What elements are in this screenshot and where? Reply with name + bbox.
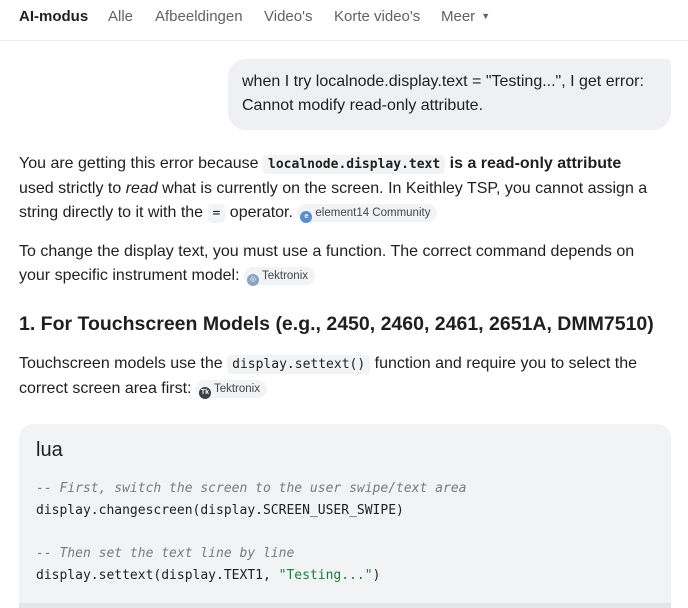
user-message-bubble: when I try localnode.display.text = "Tes… <box>228 59 671 130</box>
code-line: display.changescreen(display.SCREEN_USER… <box>36 503 404 518</box>
code-token: ) <box>372 568 381 583</box>
chip-label: element14 Community <box>315 207 431 219</box>
code-block-footer <box>19 603 671 608</box>
source-chip-element14[interactable]: e element14 Community <box>297 204 438 223</box>
bold-text: is a read-only attribute <box>445 155 622 172</box>
search-mode-tabs: AI-modus Alle Afbeeldingen Video's Korte… <box>0 0 688 40</box>
code-string: "Testing..." <box>278 568 373 583</box>
inline-code: = <box>207 204 226 223</box>
answer-paragraph: You are getting this error because local… <box>19 152 679 226</box>
tab-ai-mode[interactable]: AI-modus <box>19 8 88 25</box>
answer-paragraph: Touchscreen models use the display.sette… <box>19 352 679 401</box>
text-line: your specific instrument model: ◎ Tektron… <box>19 264 679 288</box>
text-span: Touchscreen models use the <box>19 355 228 372</box>
source-chip-tektronix[interactable]: Tk Tektronix <box>195 380 267 399</box>
tab-videos[interactable]: Video's <box>264 8 312 25</box>
code-comment: -- First, switch the screen to the user … <box>36 481 467 496</box>
tab-short-videos[interactable]: Korte video's <box>334 8 420 25</box>
code-token: display.settext(display.TEXT1, <box>36 568 279 583</box>
text-span: string directly to it with the <box>19 204 208 221</box>
element14-favicon-icon: e <box>300 211 313 223</box>
text-line: correct screen area first: Tk Tektronix <box>19 377 679 401</box>
text-span: You are getting this error because <box>19 155 264 172</box>
user-message-line: when I try localnode.display.text = "Tes… <box>242 73 644 90</box>
text-line: string directly to it with the = operato… <box>19 201 679 226</box>
tektronix-favicon-icon: Tk <box>198 387 211 399</box>
code-comment: -- Then set the text line by line <box>36 546 295 561</box>
text-line: Touchscreen models use the display.sette… <box>19 352 679 377</box>
inline-code: localnode.display.text <box>263 155 446 174</box>
tab-all[interactable]: Alle <box>108 8 133 25</box>
tektronix-favicon-icon: ◎ <box>246 274 259 286</box>
chip-label: Tektronix <box>261 270 309 282</box>
text-span: what is currently on the screen. In Keit… <box>157 180 648 197</box>
text-span: operator. <box>225 204 293 221</box>
tab-images[interactable]: Afbeeldingen <box>155 8 243 25</box>
text-span: correct screen area first: <box>19 380 192 397</box>
code-line: display.settext(display.TEXT1, "Testing.… <box>36 568 380 583</box>
text-line: To change the display text, you must use… <box>19 243 635 260</box>
user-message-line: Cannot modify read-only attribute. <box>242 97 484 114</box>
text-span: your specific instrument model: <box>19 267 240 284</box>
code-language-label: lua <box>36 439 63 461</box>
source-chip-tektronix[interactable]: ◎ Tektronix <box>243 267 316 286</box>
section-heading: 1. For Touchscreen Models (e.g., 2450, 2… <box>19 313 654 335</box>
italic-text: read <box>125 180 158 197</box>
inline-code: display.settext() <box>227 355 371 374</box>
chip-label: Tektronix <box>213 383 260 395</box>
caret-down-icon: ▼ <box>481 11 491 21</box>
tabs-divider <box>0 40 688 41</box>
text-line: You are getting this error because local… <box>19 152 679 177</box>
text-span: function and require you to select the <box>370 355 638 372</box>
tab-more-label: Meer <box>441 8 476 25</box>
text-line: used strictly to read what is currently … <box>19 177 679 201</box>
text-span: used strictly to <box>19 180 126 197</box>
tab-more[interactable]: Meer ▼ <box>441 8 490 25</box>
code-block: lua -- First, switch the screen to the u… <box>19 424 671 608</box>
answer-paragraph: To change the display text, you must use… <box>19 240 679 288</box>
